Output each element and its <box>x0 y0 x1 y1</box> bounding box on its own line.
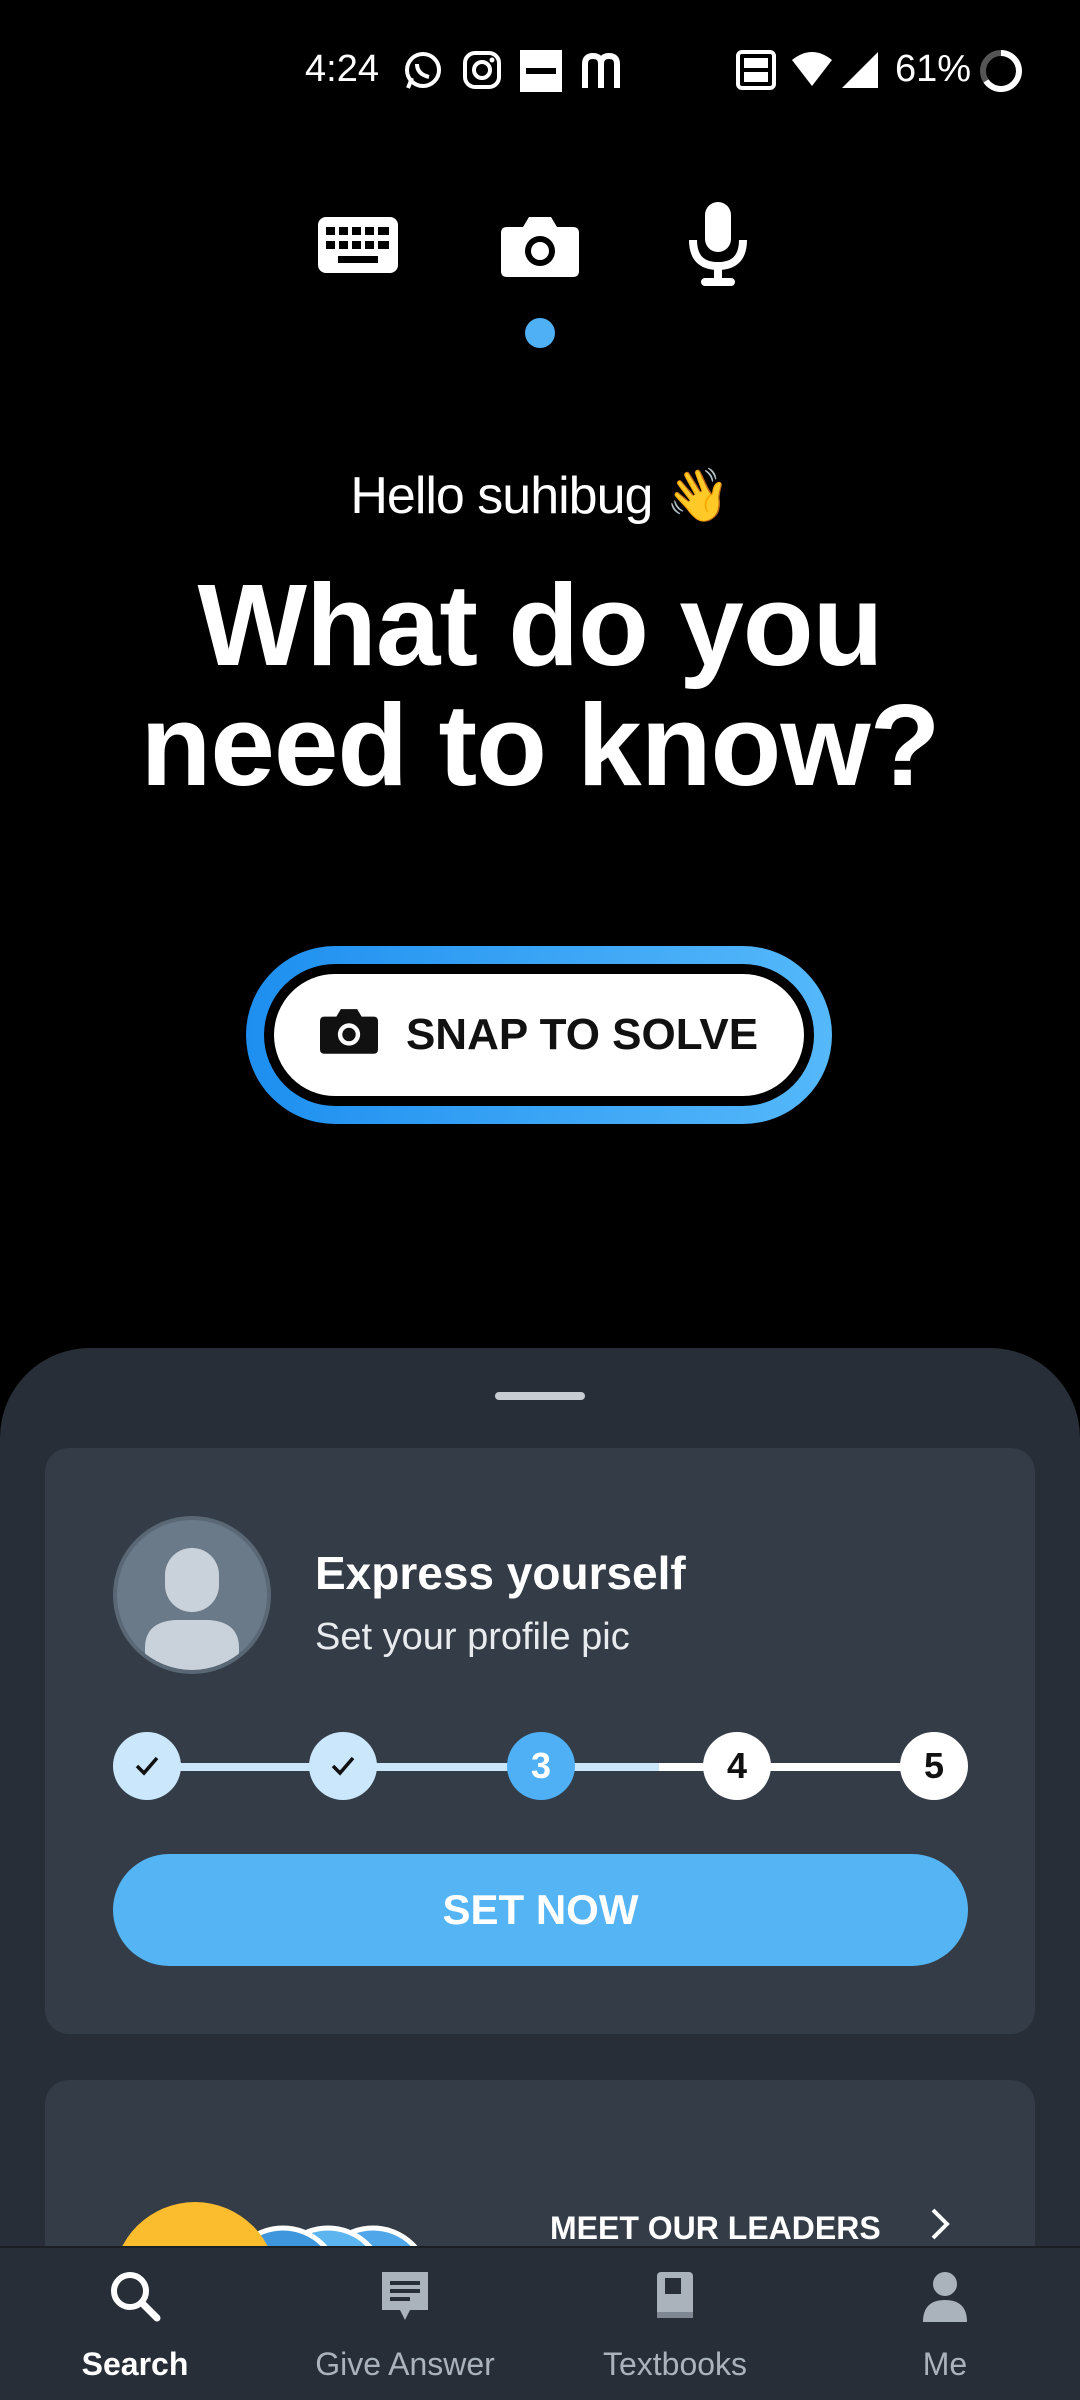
battery-percent: 61% <box>895 48 972 90</box>
selected-mode-indicator <box>525 318 555 348</box>
m-app-icon <box>580 50 622 97</box>
set-now-button[interactable]: SET NOW <box>113 1854 968 1966</box>
snap-button-label: SNAP TO SOLVE <box>405 1010 759 1059</box>
nav-me-label: Me <box>922 2346 968 2382</box>
person-icon <box>810 2268 1080 2328</box>
nav-give-answer[interactable]: Give Answer <box>270 2248 540 2400</box>
nav-give-answer-label: Give Answer <box>315 2346 495 2382</box>
step-5: 5 <box>900 1732 968 1800</box>
nav-textbooks[interactable]: Textbooks <box>540 2248 810 2400</box>
profile-progress-card: Express yourself Set your profile pic 3 … <box>45 1448 1035 2034</box>
nav-search[interactable]: Search <box>0 2248 270 2400</box>
chevron-right-icon <box>925 2204 953 2249</box>
volte-icon <box>736 50 776 95</box>
headline-line-1: What do you <box>197 560 884 690</box>
battery-icon <box>978 48 1024 99</box>
card-subtitle: Set your profile pic <box>315 1616 630 1658</box>
bottom-navigation: Search Give Answer Textbooks Me <box>0 2246 1080 2400</box>
signal-icon <box>840 50 880 95</box>
check-icon <box>135 1756 159 1776</box>
book-icon <box>540 2268 810 2328</box>
bottom-sheet[interactable]: Express yourself Set your profile pic 3 … <box>0 1348 1080 2400</box>
snap-to-solve-button[interactable]: SNAP TO SOLVE <box>274 974 804 1096</box>
progress-track-done <box>147 1763 659 1771</box>
step-4: 4 <box>703 1732 771 1800</box>
step-3: 3 <box>507 1732 575 1800</box>
status-time: 4:24 <box>305 48 379 90</box>
instagram-icon <box>462 50 502 95</box>
zomato-icon <box>520 50 562 97</box>
nav-search-label: Search <box>81 2346 189 2382</box>
snap-button-ring: SNAP TO SOLVE <box>246 946 832 1124</box>
sheet-drag-handle[interactable] <box>495 1392 585 1400</box>
page-headline: What do you need to know? <box>0 565 1080 805</box>
progress-track-todo <box>659 1763 935 1771</box>
camera-icon[interactable] <box>490 200 590 290</box>
greeting: Hello suhibug 👋 <box>350 467 730 525</box>
whatsapp-icon <box>402 50 444 97</box>
camera-icon <box>319 1006 378 1065</box>
nav-me[interactable]: Me <box>810 2248 1080 2400</box>
answer-icon <box>270 2268 540 2328</box>
microphone-icon[interactable] <box>668 200 768 290</box>
step-2 <box>309 1732 377 1800</box>
progress-steps: 3 4 5 <box>113 1732 968 1802</box>
keyboard-icon[interactable] <box>308 200 408 290</box>
card-title: Express yourself <box>315 1547 686 1599</box>
nav-textbooks-label: Textbooks <box>602 2346 748 2382</box>
check-icon <box>331 1756 355 1776</box>
avatar-placeholder <box>113 1516 271 1674</box>
status-bar: 4:24 61% <box>0 0 1080 140</box>
wifi-icon <box>790 50 834 95</box>
meet-our-leaders-label: MEET OUR LEADERS <box>550 2210 881 2246</box>
step-1 <box>113 1732 181 1800</box>
search-icon <box>0 2268 270 2328</box>
headline-line-2: need to know? <box>140 680 941 810</box>
